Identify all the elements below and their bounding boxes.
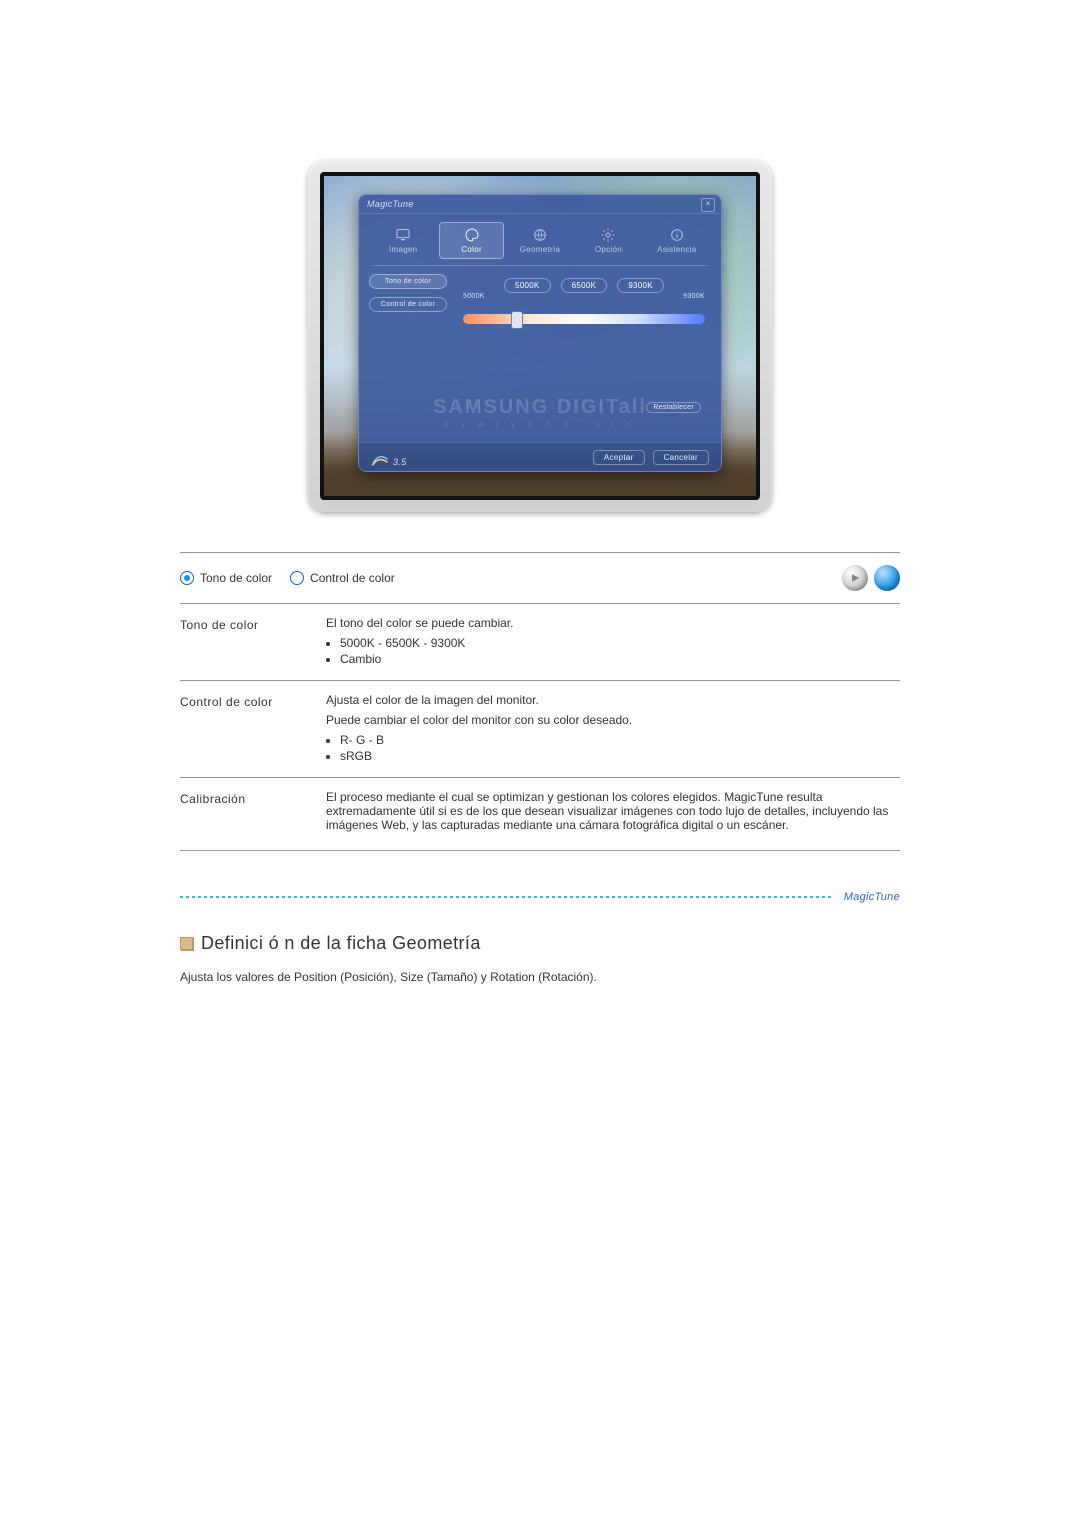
reset-button[interactable]: Restablecer	[646, 402, 701, 413]
row-control-d2: Puede cambiar el color del monitor con s…	[326, 713, 900, 727]
temp-5000k[interactable]: 5000K	[504, 278, 551, 293]
radio-control-label: Control de color	[310, 571, 395, 585]
play-icon	[850, 573, 860, 583]
section-divider: MagicTune	[180, 891, 900, 903]
side-btn-control[interactable]: Control de color	[369, 297, 447, 312]
geometry-desc: Ajusta los valores de Position (Posición…	[180, 970, 900, 984]
scale-left: 5000K	[463, 293, 485, 300]
ok-button[interactable]: Aceptar	[593, 450, 645, 465]
monitor-frame: MagicTune × Imagen Color Geometría	[308, 160, 772, 512]
cancel-button[interactable]: Cancelar	[653, 450, 709, 465]
row-tono-label: Tono de color	[180, 616, 308, 668]
scale-right: 9300K	[683, 293, 705, 300]
tab-color[interactable]: Color	[439, 222, 503, 259]
radio-tono[interactable]	[180, 571, 194, 585]
nav-next-button[interactable]	[874, 565, 900, 591]
monitor-icon	[393, 227, 413, 243]
osd-tabs: Imagen Color Geometría Opción	[359, 214, 721, 263]
radio-row: Tono de color Control de color	[180, 553, 900, 603]
color-temp-slider[interactable]	[463, 314, 705, 324]
info-icon	[667, 227, 687, 243]
radio-control[interactable]	[290, 571, 304, 585]
tab-opcion[interactable]: Opción	[576, 222, 640, 259]
osd-title: MagicTune	[367, 199, 414, 209]
row-calib-label: Calibración	[180, 790, 308, 838]
swoosh-icon	[371, 453, 389, 467]
globe-icon	[530, 227, 550, 243]
tab-asistencia[interactable]: Asistencia	[645, 222, 709, 259]
temp-9300k[interactable]: 9300K	[617, 278, 664, 293]
row-control-label: Control de color	[180, 693, 308, 765]
palette-icon	[462, 227, 482, 243]
row-control-item1: R- G - B	[340, 733, 900, 747]
nav-prev-button[interactable]	[842, 565, 868, 591]
row-control-d1: Ajusta el color de la imagen del monitor…	[326, 693, 900, 707]
magictune-logo: 3.5	[371, 453, 406, 467]
tab-imagen[interactable]: Imagen	[371, 222, 435, 259]
osd-window: MagicTune × Imagen Color Geometría	[358, 194, 722, 472]
row-tono-item2: Cambio	[340, 652, 900, 666]
row-tono-item1: 5000K - 6500K - 9300K	[340, 636, 900, 650]
side-btn-tono[interactable]: Tono de color	[369, 274, 447, 289]
row-calib-desc: El proceso mediante el cual se optimizan…	[326, 790, 900, 832]
geometry-heading: Definici ó n de la ficha Geometría	[180, 933, 900, 954]
magictune-label: MagicTune	[844, 891, 900, 903]
radio-tono-label: Tono de color	[200, 571, 272, 585]
square-bullet-icon	[180, 937, 193, 950]
temp-6500k[interactable]: 6500K	[561, 278, 608, 293]
monitor-screen: MagicTune × Imagen Color Geometría	[320, 172, 760, 500]
geometry-title: Definici ó n de la ficha Geometría	[201, 933, 481, 954]
row-control-item2: sRGB	[340, 749, 900, 763]
tab-geometria[interactable]: Geometría	[508, 222, 572, 259]
row-tono-desc: El tono del color se puede cambiar.	[326, 616, 900, 630]
gear-icon	[598, 227, 618, 243]
close-icon[interactable]: ×	[701, 198, 715, 212]
